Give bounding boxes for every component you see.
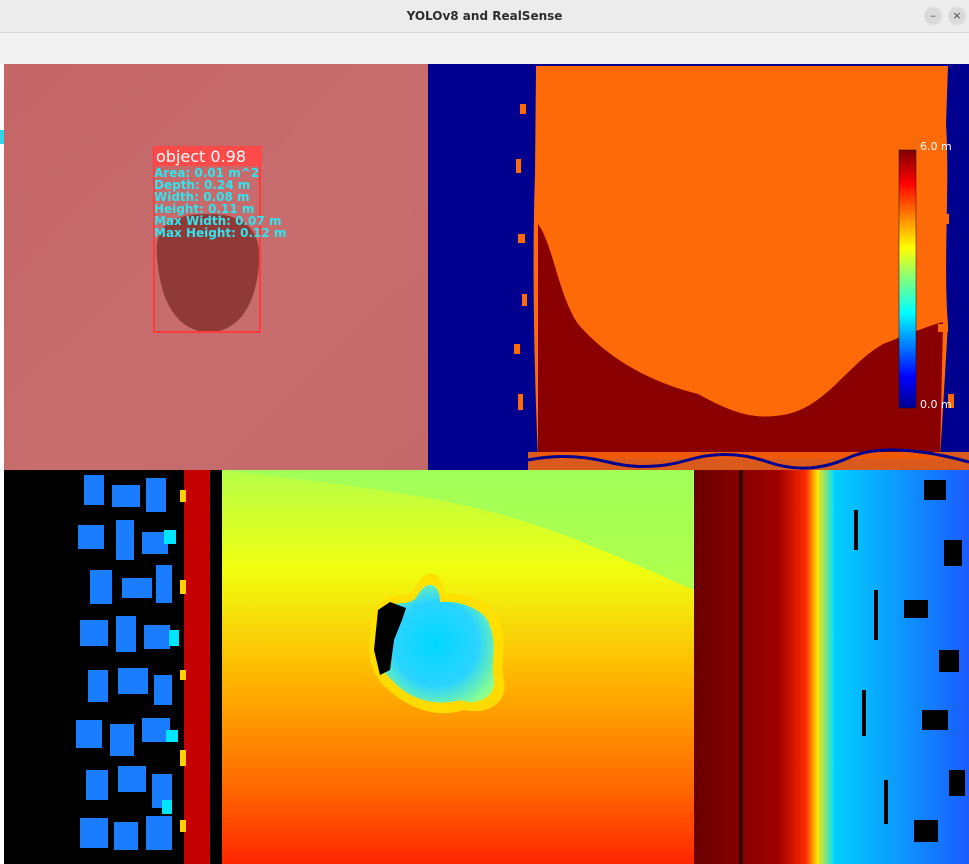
max-height-text: Max Height: 0.12 m bbox=[154, 226, 286, 240]
colorbar bbox=[898, 149, 917, 409]
colorbar-max-label: 6.0 m bbox=[920, 140, 952, 153]
toolbar bbox=[0, 33, 969, 64]
red-edge bbox=[184, 470, 210, 864]
right-dark-band bbox=[694, 470, 834, 864]
depth-view: 6.0 m 0.0 m bbox=[428, 64, 969, 470]
title-bar: YOLOv8 and RealSense – × bbox=[0, 0, 969, 33]
right-crack bbox=[739, 470, 743, 864]
invalid-left bbox=[4, 470, 74, 864]
noise-strip bbox=[528, 452, 969, 470]
window-title: YOLOv8 and RealSense bbox=[406, 9, 563, 23]
black-gap bbox=[210, 470, 222, 864]
rgb-view: object 0.98 Area: 0.01 m^2 Depth: 0.24 m… bbox=[4, 64, 428, 470]
detection-label: object 0.98 bbox=[156, 147, 246, 166]
minimize-icon[interactable]: – bbox=[924, 7, 942, 25]
close-icon[interactable]: × bbox=[948, 7, 966, 25]
depth-closeup-view bbox=[4, 470, 969, 864]
colorbar-min-label: 0.0 m bbox=[920, 398, 952, 411]
